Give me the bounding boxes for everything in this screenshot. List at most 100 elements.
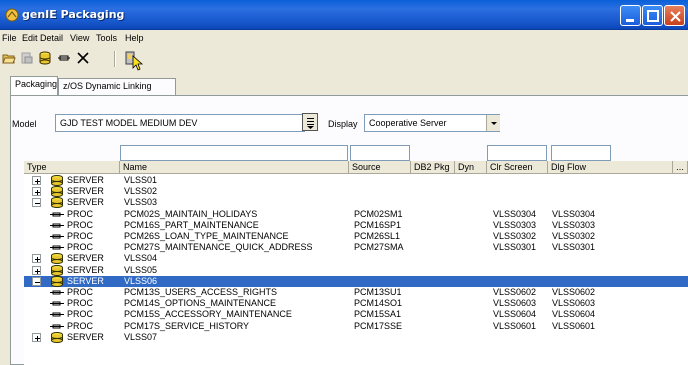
menu-view[interactable]: View	[70, 33, 89, 43]
table-row[interactable]: SERVER VLSS04	[24, 253, 688, 265]
table-row[interactable]: SERVER VLSS02	[24, 186, 688, 198]
chevron-down-icon	[491, 122, 497, 125]
model-field[interactable]: GJD TEST MODEL MEDIUM DEV	[55, 114, 305, 132]
table-row[interactable]: PROC PCM15S_ACCESSORY_MAINTENANCE PCM15SA1…	[24, 309, 688, 320]
database-icon	[51, 264, 63, 276]
col-header-more[interactable]: ...	[672, 161, 688, 174]
expand-icon[interactable]	[32, 176, 41, 185]
cell-source: PCM16SP1	[354, 219, 402, 230]
cell-source: PCM02SM1	[354, 208, 403, 219]
cell-name: PCM15S_ACCESSORY_MAINTENANCE	[124, 309, 292, 320]
app-icon	[5, 8, 19, 22]
cell-name: PCM27S_MAINTENANCE_QUICK_ADDRESS	[124, 242, 313, 253]
close-button[interactable]	[664, 5, 685, 26]
col-header-source[interactable]: Source	[349, 161, 411, 174]
menu-edit[interactable]: Edit	[22, 33, 38, 43]
cell-clr-screen: VLSS0301	[493, 242, 537, 253]
cell-name: VLSS02	[124, 186, 158, 197]
expand-icon[interactable]	[32, 332, 41, 342]
menu-detail[interactable]: Detail	[40, 33, 63, 43]
table-row[interactable]: SERVER VLSS07	[24, 331, 688, 343]
list-icon	[307, 118, 314, 129]
model-label: Model	[12, 119, 37, 129]
cell-type: SERVER	[67, 253, 104, 264]
col-header-type[interactable]: Type	[24, 161, 120, 174]
display-dropdown-button[interactable]	[486, 115, 500, 131]
col-header-db2-pkg[interactable]: DB2 Pkg	[411, 161, 455, 174]
cell-name: PCM16S_PART_MAINTENANCE	[124, 219, 259, 230]
open-folder-icon[interactable]	[2, 51, 16, 65]
col-header-dlg-flow[interactable]: Dlg Flow	[548, 161, 688, 174]
menu-file[interactable]: File	[2, 33, 17, 43]
tab-zos-dynamic-linking[interactable]: z/OS Dynamic Linking	[58, 78, 176, 95]
cell-name: VLSS06	[124, 275, 158, 286]
maximize-icon	[647, 10, 659, 22]
database-icon[interactable]	[38, 51, 52, 65]
table-row[interactable]: PROC PCM02S_MAINTAIN_HOLIDAYS PCM02SM1 VLSS…	[24, 209, 688, 220]
cell-type: PROC	[67, 242, 94, 253]
cell-type: SERVER	[67, 197, 104, 208]
model-list-button[interactable]	[302, 113, 318, 131]
cell-type: SERVER	[67, 275, 104, 286]
minimize-button[interactable]	[620, 5, 641, 26]
cell-type: PROC	[67, 320, 94, 331]
cell-source: PCM13SU1	[354, 287, 402, 297]
cell-source: PCM27SMA	[354, 242, 404, 253]
table-row[interactable]: SERVER VLSS06	[24, 275, 688, 287]
title-bar: genIE Packaging	[0, 0, 688, 30]
cell-name: PCM17S_SERVICE_HISTORY	[124, 320, 250, 331]
procedure-icon	[50, 301, 64, 306]
table-row[interactable]: PROC PCM27S_MAINTENANCE_QUICK_ADDRESS PCM2…	[24, 242, 688, 253]
col-header-clr-screen[interactable]: Clr Screen	[487, 161, 548, 174]
col-header-dyn[interactable]: Dyn	[455, 161, 487, 174]
cell-clr-screen: VLSS0604	[493, 309, 537, 320]
procedure-icon	[50, 212, 64, 217]
cell-type: SERVER	[67, 331, 104, 342]
database-icon	[51, 253, 63, 265]
table-row[interactable]: PROC PCM13S_USERS_ACCESS_RIGHTS PCM13SU1 VL…	[24, 287, 688, 298]
display-select[interactable]: Cooperative Server	[364, 114, 500, 132]
table-row[interactable]: SERVER VLSS01	[24, 175, 688, 186]
dlg-flow-filter-input[interactable]	[551, 145, 611, 161]
table-row[interactable]: PROC PCM26S_LOAN_TYPE_MAINTENANCE PCM26SL1…	[24, 231, 688, 242]
maximize-button[interactable]	[642, 5, 663, 26]
toolbar	[0, 47, 688, 71]
expand-icon[interactable]	[32, 254, 41, 264]
table-row[interactable]: SERVER VLSS03	[24, 197, 688, 209]
link-icon[interactable]	[57, 51, 71, 65]
cell-dlg-flow: VLSS0304	[552, 208, 596, 219]
collapse-icon[interactable]	[32, 198, 41, 208]
print-icon[interactable]	[20, 51, 34, 65]
cell-name: VLSS05	[124, 264, 158, 275]
cell-name: PCM02S_MAINTAIN_HOLIDAYS	[124, 208, 258, 219]
menu-tools[interactable]: Tools	[96, 33, 117, 43]
cell-name: VLSS01	[124, 175, 158, 185]
display-label: Display	[328, 119, 358, 129]
clr-screen-filter-input[interactable]	[487, 145, 547, 161]
cell-clr-screen: VLSS0601	[493, 320, 537, 331]
run-icon[interactable]	[124, 49, 146, 71]
col-header-name[interactable]: Name	[120, 161, 349, 174]
tab-packaging[interactable]: Packaging	[10, 76, 58, 95]
table-row[interactable]: PROC PCM17S_SERVICE_HISTORY PCM17SSE VLSS06…	[24, 321, 688, 332]
source-filter-input[interactable]	[350, 145, 410, 161]
cell-clr-screen: VLSS0603	[493, 298, 537, 309]
collapse-icon[interactable]	[32, 276, 41, 286]
cell-source: PCM15SA1	[354, 309, 402, 320]
menu-help[interactable]: Help	[125, 33, 144, 43]
table-row[interactable]: SERVER VLSS05	[24, 264, 688, 276]
database-icon	[51, 175, 63, 186]
cell-type: SERVER	[67, 175, 104, 185]
table-row[interactable]: PROC PCM14S_OPTIONS_MAINTENANCE PCM14SO1 VL…	[24, 298, 688, 309]
cell-dlg-flow: VLSS0602	[552, 287, 596, 297]
close-x-icon[interactable]	[76, 51, 90, 65]
cell-source: PCM26SL1	[354, 231, 401, 241]
expand-icon[interactable]	[32, 265, 41, 275]
cell-dlg-flow: VLSS0604	[552, 309, 596, 320]
cell-dlg-flow: VLSS0302	[552, 231, 596, 241]
table-row[interactable]: PROC PCM16S_PART_MAINTENANCE PCM16SP1 VLSS0…	[24, 220, 688, 231]
minimize-icon	[626, 19, 634, 22]
expand-icon[interactable]	[32, 187, 41, 197]
close-icon	[670, 11, 681, 22]
name-filter-input[interactable]	[120, 145, 348, 161]
